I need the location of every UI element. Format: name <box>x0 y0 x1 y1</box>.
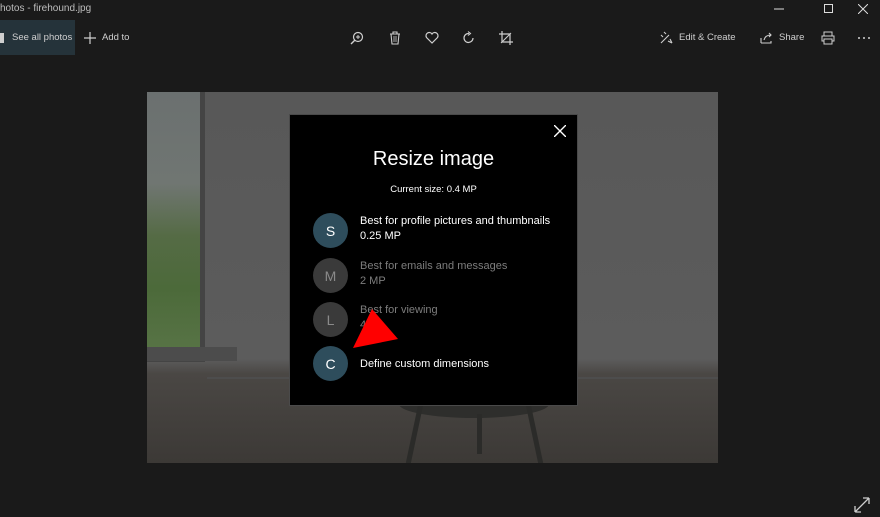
cursor-arrow-icon <box>353 309 398 348</box>
add-to-label: Add to <box>102 32 130 43</box>
option-custom-badge: C <box>313 346 348 381</box>
plus-icon <box>84 31 96 44</box>
photo-window-sill <box>147 347 237 361</box>
option-medium: M Best for emails and messages 2 MP <box>313 258 563 296</box>
close-icon[interactable] <box>846 0 880 18</box>
option-large: L Best for viewing 4 <box>313 302 563 340</box>
window-title: hotos - firehound.jpg <box>0 3 92 14</box>
see-all-photos-button[interactable]: See all photos <box>0 20 75 55</box>
option-small-size: 0.25 MP <box>360 230 401 242</box>
option-custom[interactable]: C Define custom dimensions <box>313 346 563 384</box>
favorite-icon[interactable] <box>423 29 441 47</box>
zoom-in-icon[interactable] <box>348 29 366 47</box>
edit-icon <box>660 31 673 44</box>
close-icon <box>554 125 566 137</box>
crop-icon[interactable] <box>497 29 515 47</box>
share-button[interactable]: Share <box>760 20 804 55</box>
expand-icon[interactable] <box>853 496 871 514</box>
maximize-icon[interactable] <box>812 0 846 18</box>
minimize-icon[interactable] <box>762 0 796 18</box>
option-medium-label: Best for emails and messages <box>360 260 508 272</box>
photo-chair-leg <box>405 404 424 463</box>
print-icon[interactable] <box>819 29 837 47</box>
edit-create-button[interactable]: Edit & Create <box>660 20 736 55</box>
share-label: Share <box>779 32 805 43</box>
photo-chair-leg <box>525 404 544 463</box>
title-bar: hotos - firehound.jpg <box>0 0 880 18</box>
resize-dialog: Resize image Current size: 0.4 MP S Best… <box>289 114 578 406</box>
option-medium-badge: M <box>313 258 348 293</box>
dialog-close-button[interactable] <box>550 121 570 141</box>
rotate-icon[interactable] <box>460 29 478 47</box>
option-small-label: Best for profile pictures and thumbnails <box>360 215 551 227</box>
option-large-badge: L <box>313 302 348 337</box>
option-small[interactable]: S Best for profile pictures and thumbnai… <box>313 213 563 251</box>
see-all-photos-label: See all photos <box>12 32 73 43</box>
add-to-button[interactable]: Add to <box>84 20 129 55</box>
edit-create-label: Edit & Create <box>679 32 736 43</box>
delete-icon[interactable] <box>386 29 404 47</box>
option-small-badge: S <box>313 213 348 248</box>
photos-icon <box>0 32 4 43</box>
option-custom-label: Define custom dimensions <box>360 358 490 370</box>
toolbar: See all photos Add to Edit & Create Shar… <box>0 20 880 56</box>
photo-window-view <box>147 92 200 354</box>
dialog-title: Resize image <box>372 148 495 170</box>
more-icon[interactable] <box>855 29 873 47</box>
option-medium-size: 2 MP <box>360 275 386 287</box>
share-icon <box>760 32 772 44</box>
photo-chair-leg <box>477 414 482 454</box>
current-size-text: Current size: 0.4 MP <box>390 184 477 195</box>
